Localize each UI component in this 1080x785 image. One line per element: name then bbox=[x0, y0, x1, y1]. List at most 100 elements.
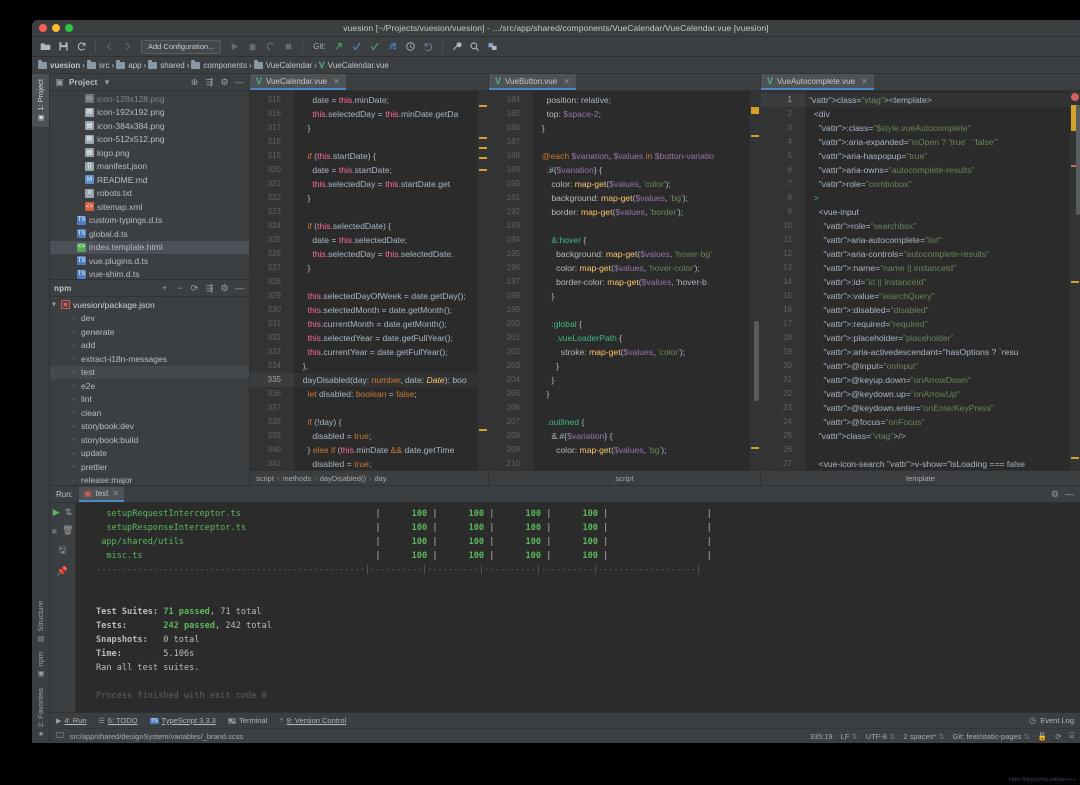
sync-status-icon[interactable]: ⟳ bbox=[1055, 732, 1061, 741]
code-line[interactable]: this.selectedDay = this.startDate.get bbox=[294, 177, 488, 191]
editor-breadcrumb-2[interactable]: script bbox=[489, 470, 760, 485]
close-tab-icon[interactable]: ✕ bbox=[112, 489, 119, 498]
tab-vuebutton[interactable]: V VueButton.vue ✕ bbox=[489, 74, 576, 90]
git-branch[interactable]: Git: feat/static-pages ⇅ bbox=[953, 732, 1030, 741]
breadcrumb-item-shared[interactable]: shared bbox=[148, 59, 185, 70]
code-line[interactable]: "vattr">class="vtag"><template> bbox=[805, 93, 1080, 107]
git-push-icon[interactable] bbox=[367, 39, 382, 54]
tree-item[interactable]: <> index.template.html bbox=[50, 240, 249, 254]
status-item-run[interactable]: ▶ 4: Run bbox=[56, 716, 87, 725]
sidebar-item-npm[interactable]: ▣ npm bbox=[32, 647, 49, 683]
editor-breadcrumb-item[interactable]: template bbox=[906, 474, 935, 483]
gear-icon[interactable]: ⚙ bbox=[1051, 489, 1059, 500]
code-text-2[interactable]: position: relative; top: $space-2; } @ea… bbox=[533, 91, 760, 470]
code-line[interactable]: position: relative; bbox=[533, 93, 760, 107]
hide-panel-icon[interactable]: — bbox=[234, 77, 245, 87]
git-commit-icon[interactable] bbox=[349, 39, 364, 54]
window-controls[interactable] bbox=[32, 24, 73, 32]
line-number-gutter-3[interactable]: 1 2 3 4 5 6 7 8 9 10 11 12 13 14 15 16 17 18 19 20 21 22 23 24 2… bbox=[761, 91, 805, 470]
npm-script-item[interactable]: ◦ clean bbox=[50, 406, 249, 420]
code-line[interactable]: } bbox=[533, 121, 760, 135]
code-line[interactable]: "vattr">@keydown.up="onArrowUp" bbox=[805, 387, 1080, 401]
memory-icon[interactable]: ⌸ bbox=[1070, 731, 1075, 741]
code-view-1[interactable]: 315 316 317 318 319 320 321 322 323 324 325 326 327 3… bbox=[250, 91, 488, 470]
code-line[interactable]: .#{$variation} { bbox=[533, 163, 760, 177]
code-line[interactable]: "vattr">@input="onInput" bbox=[805, 359, 1080, 373]
code-line[interactable]: "vattr">aria-owns="autocomplete-results" bbox=[805, 163, 1080, 177]
code-line[interactable]: disabled = true; bbox=[294, 429, 488, 443]
collapse-all-icon[interactable]: ⇶ bbox=[204, 283, 215, 294]
code-line[interactable]: <vue-icon-search "vattr">v-show="isLoadi… bbox=[805, 457, 1080, 470]
code-line[interactable]: "vattr">@focus="onFocus" bbox=[805, 415, 1080, 429]
settings-wrench-icon[interactable] bbox=[449, 39, 464, 54]
code-line[interactable]: } bbox=[533, 387, 760, 401]
code-line[interactable] bbox=[533, 303, 760, 317]
run-console-output[interactable]: setupRequestInterceptor.ts | 100 | 100 |… bbox=[76, 503, 1080, 712]
code-line[interactable]: this.currentYear = date.getFullYear(); bbox=[294, 345, 488, 359]
npm-script-item[interactable]: ◦ generate bbox=[50, 325, 249, 339]
code-line[interactable]: top: $space-2; bbox=[533, 107, 760, 121]
stop-icon[interactable] bbox=[281, 39, 296, 54]
code-line[interactable]: date = this.selectedDate; bbox=[294, 233, 488, 247]
code-line[interactable]: let disabled: boolean = false; bbox=[294, 387, 488, 401]
code-line[interactable]: :global { bbox=[533, 317, 760, 331]
code-line[interactable]: this.selectedDay = this.minDate.getDa bbox=[294, 107, 488, 121]
code-line[interactable]: if (!day) { bbox=[294, 415, 488, 429]
tree-item[interactable]: TS custom-typings.d.ts bbox=[50, 214, 249, 228]
code-line[interactable]: "vattr">:required="required" bbox=[805, 317, 1080, 331]
code-line[interactable]: } bbox=[294, 261, 488, 275]
npm-root-item[interactable]: ▼ ▣ vuesion/package.json bbox=[50, 298, 249, 312]
npm-script-item[interactable]: ◦ e2e bbox=[50, 379, 249, 393]
status-item-terminal[interactable]: >_ Terminal bbox=[227, 716, 267, 725]
editor-breadcrumb-3[interactable]: template bbox=[761, 470, 1080, 485]
code-line[interactable] bbox=[294, 401, 488, 415]
code-line[interactable]: color: map-get($values, 'bg'); bbox=[533, 443, 760, 457]
file-encoding[interactable]: UTF-8 ⇅ bbox=[866, 732, 896, 741]
code-line[interactable] bbox=[533, 219, 760, 233]
chevron-down-icon[interactable]: ▾ bbox=[102, 77, 113, 88]
tree-item[interactable]: ≡ robots.txt bbox=[50, 187, 249, 201]
code-line[interactable] bbox=[294, 275, 488, 289]
line-number-gutter-1[interactable]: 315 316 317 318 319 320 321 322 323 324 325 326 327 3… bbox=[250, 91, 294, 470]
code-line[interactable] bbox=[533, 457, 760, 470]
chevron-down-icon[interactable]: ▼ bbox=[50, 302, 58, 308]
code-line[interactable]: > bbox=[805, 191, 1080, 205]
code-text-1[interactable]: date = this.minDate; this.selectedDay = … bbox=[294, 91, 488, 470]
minimize-window-button[interactable] bbox=[52, 24, 60, 32]
tree-item[interactable]: M README.md bbox=[50, 173, 249, 187]
code-line[interactable]: "vattr">:disabled="disabled" bbox=[805, 303, 1080, 317]
close-window-button[interactable] bbox=[39, 24, 47, 32]
git-merge-icon[interactable] bbox=[385, 39, 400, 54]
code-line[interactable]: "vattr">aria-haspopup="true" bbox=[805, 149, 1080, 163]
code-line[interactable]: "vattr">:aria-expanded="isOpen ? 'true' … bbox=[805, 135, 1080, 149]
marker-scrollbar-2[interactable] bbox=[750, 91, 760, 470]
npm-script-item[interactable]: ◦ add bbox=[50, 339, 249, 353]
locate-file-icon[interactable]: ⊕ bbox=[189, 77, 200, 88]
indent-setting[interactable]: 2 spaces* ⇅ bbox=[903, 732, 944, 741]
sidebar-item-structure[interactable]: ▤ Structure bbox=[32, 596, 49, 647]
tree-item[interactable]: {} manifest.json bbox=[50, 160, 249, 174]
code-line[interactable] bbox=[533, 135, 760, 149]
editor-breadcrumb-item[interactable]: day bbox=[374, 474, 386, 483]
toggle-sort-icon[interactable]: ⇅ bbox=[65, 507, 73, 518]
back-arrow-icon[interactable] bbox=[102, 39, 117, 54]
code-line[interactable]: &:hover { bbox=[533, 233, 760, 247]
code-line[interactable]: } bbox=[294, 121, 488, 135]
event-log-button[interactable]: Event Log bbox=[1040, 716, 1074, 725]
refresh-icon[interactable]: ⟳ bbox=[189, 283, 200, 294]
search-icon[interactable] bbox=[467, 39, 482, 54]
code-line[interactable]: "vattr">class="vtag">/> bbox=[805, 429, 1080, 443]
npm-script-item[interactable]: ◦ dev bbox=[50, 312, 249, 326]
breadcrumb-item-vuecalendar-vue[interactable]: V VueCalendar.vue bbox=[319, 60, 389, 70]
npm-scripts-tree[interactable]: ▼ ▣ vuesion/package.json ◦ dev ◦ generate ◦ add ◦… bbox=[50, 297, 249, 485]
code-line[interactable]: "vattr">aria-controls="autocomplete-resu… bbox=[805, 247, 1080, 261]
forward-arrow-icon[interactable] bbox=[120, 39, 135, 54]
lock-icon[interactable]: 🔓 bbox=[1038, 732, 1047, 741]
code-line[interactable]: if (this.startDate) { bbox=[294, 149, 488, 163]
tree-item[interactable]: ▤ icon-384x384.png bbox=[50, 119, 249, 133]
status-item-typescript[interactable]: TS TypeScript 3.3.3 bbox=[149, 716, 216, 725]
tree-item[interactable]: TS vue.plugins.d.ts bbox=[50, 254, 249, 268]
code-line[interactable] bbox=[533, 401, 760, 415]
status-item-todo[interactable]: ☰ 6: TODO bbox=[99, 716, 138, 725]
breadcrumb-item-vuecalendar[interactable]: VueCalendar bbox=[253, 59, 312, 70]
